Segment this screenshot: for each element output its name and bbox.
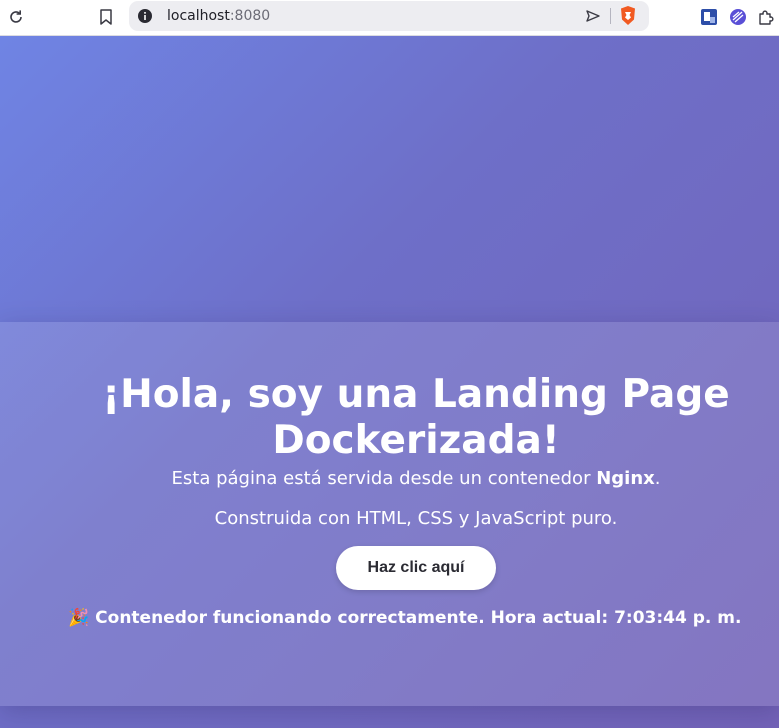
extension-vpn-icon[interactable] bbox=[726, 5, 750, 29]
landing-page: ¡Hola, soy una Landing Page Dockerizada!… bbox=[0, 36, 779, 728]
hero-description-period: . bbox=[654, 468, 661, 489]
hero-title: ¡Hola, soy una Landing Page Dockerizada! bbox=[102, 372, 730, 463]
cta-button[interactable]: Haz clic aquí bbox=[336, 546, 496, 590]
extensions-puzzle-icon[interactable] bbox=[754, 5, 778, 29]
status-message: 🎉 Contenedor funcionando correctamente. H… bbox=[68, 608, 779, 628]
reload-icon[interactable] bbox=[4, 5, 28, 29]
address-bar[interactable]: localhost:8080 bbox=[129, 1, 649, 31]
hero-tech-stack: Construida con HTML, CSS y JavaScript pu… bbox=[214, 508, 618, 529]
send-icon[interactable] bbox=[584, 7, 602, 25]
site-info-icon[interactable] bbox=[138, 9, 152, 23]
hero-description: Esta página está servida desde un conten… bbox=[56, 468, 776, 489]
browser-toolbar: localhost:8080 bbox=[0, 0, 779, 36]
url-text[interactable]: localhost:8080 bbox=[167, 8, 270, 24]
address-bar-divider bbox=[610, 8, 611, 24]
bookmark-icon[interactable] bbox=[94, 5, 118, 29]
hero-section: ¡Hola, soy una Landing Page Dockerizada!… bbox=[0, 322, 779, 706]
brave-shield-icon[interactable] bbox=[619, 5, 637, 26]
nginx-highlight: Nginx bbox=[596, 468, 655, 489]
url-host: localhost bbox=[167, 8, 230, 24]
url-port: :8080 bbox=[229, 8, 271, 24]
hero-description-text: Esta página está servida desde un conten… bbox=[171, 468, 597, 489]
party-popper-icon: 🎉 bbox=[68, 608, 90, 628]
status-text: Contenedor funcionando correctamente. Ho… bbox=[95, 608, 742, 628]
extension-app-icon[interactable] bbox=[697, 5, 721, 29]
